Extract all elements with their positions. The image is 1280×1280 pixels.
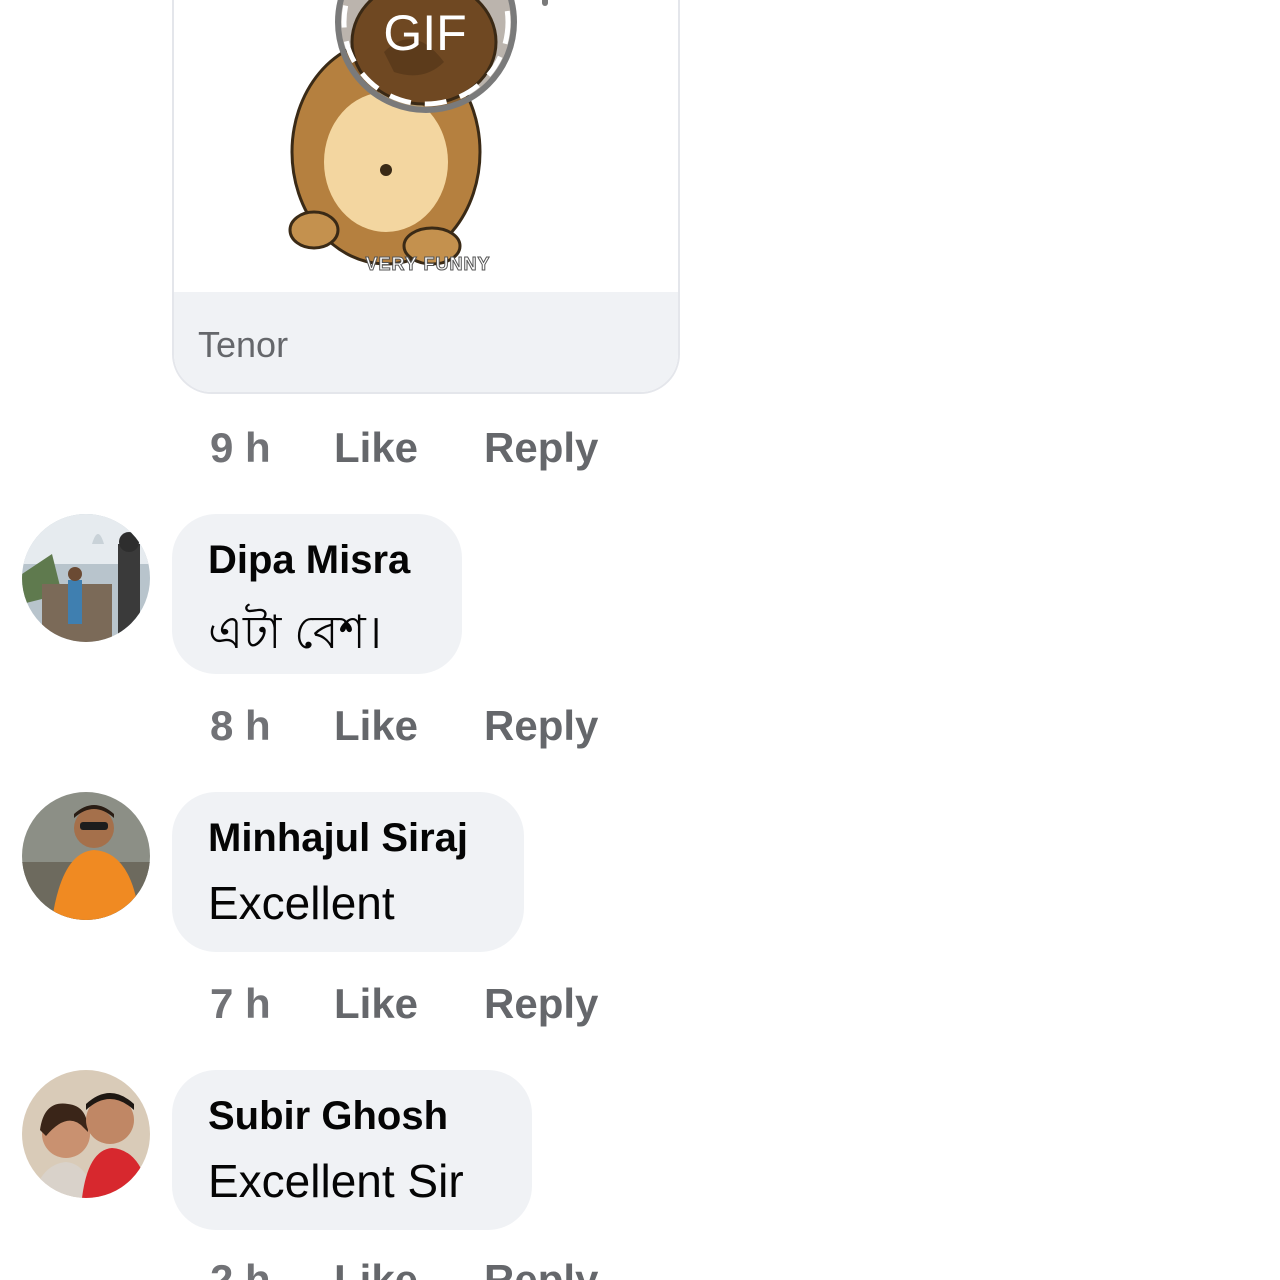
reply-button[interactable]: Reply [484, 702, 598, 750]
gif-attachment[interactable]: GIF VERY FUNNY Tenor [172, 0, 680, 394]
comment-bubble[interactable]: Dipa Misra এটা বেশ। [172, 514, 462, 674]
gif-source-bar[interactable]: Tenor [174, 292, 678, 392]
comment-timestamp[interactable]: 9 h [210, 424, 271, 472]
gif-badge: GIF [383, 5, 467, 61]
reply-button[interactable]: Reply [484, 1256, 598, 1280]
comment-text: এটা বেশ। [208, 606, 383, 658]
comment-text: Excellent Sir [208, 1155, 464, 1207]
comment-text: Excellent [208, 877, 395, 929]
gif-watermark: VERY FUNNY [365, 254, 491, 275]
comment-timestamp[interactable]: 8 h [210, 702, 271, 750]
avatar[interactable] [22, 514, 150, 642]
comment-author[interactable]: Dipa Misra [208, 538, 410, 583]
avatar[interactable] [22, 792, 150, 920]
avatar[interactable] [22, 1070, 150, 1198]
reply-button[interactable]: Reply [484, 980, 598, 1028]
comment-bubble[interactable]: Subir Ghosh Excellent Sir [172, 1070, 532, 1230]
like-button[interactable]: Like [334, 1256, 418, 1280]
reply-button[interactable]: Reply [484, 424, 598, 472]
like-button[interactable]: Like [334, 702, 418, 750]
comment-author[interactable]: Subir Ghosh [208, 1094, 448, 1139]
like-button[interactable]: Like [334, 424, 418, 472]
gif-source-label: Tenor [198, 324, 289, 365]
comment-bubble[interactable]: Minhajul Siraj Excellent [172, 792, 524, 952]
comment-author[interactable]: Minhajul Siraj [208, 816, 468, 861]
comment-timestamp[interactable]: 2 h [210, 1256, 271, 1280]
comment-thread: GIF VERY FUNNY Tenor 9 h Like Reply Dipa… [0, 0, 1280, 1280]
comment-timestamp[interactable]: 7 h [210, 980, 271, 1028]
like-button[interactable]: Like [334, 980, 418, 1028]
